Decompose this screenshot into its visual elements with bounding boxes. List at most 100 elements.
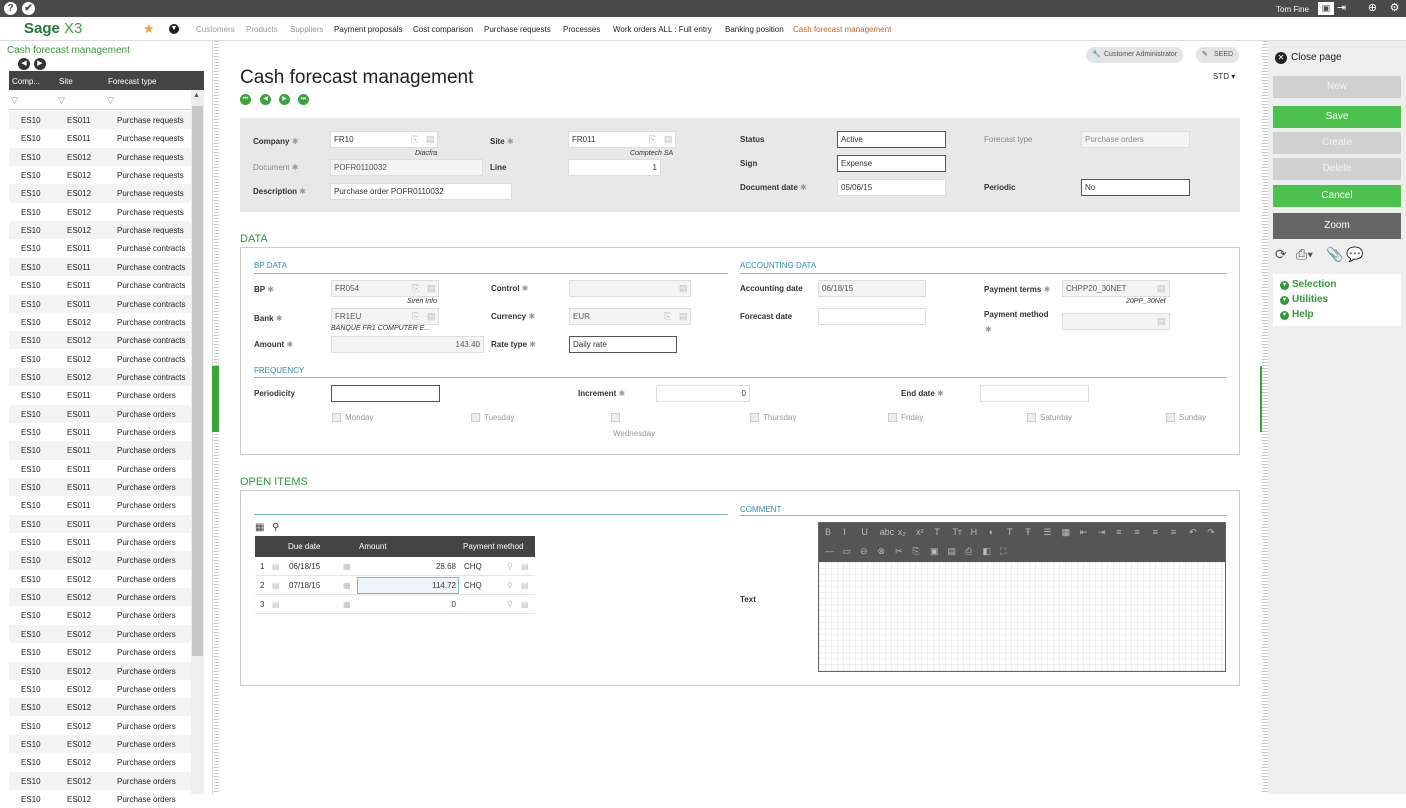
std-selector[interactable]: STD ▾ bbox=[1213, 72, 1235, 81]
search-icon[interactable]: ⚲ bbox=[272, 522, 279, 533]
detail-icon[interactable]: ▤ bbox=[427, 283, 437, 293]
thursday-checkbox[interactable] bbox=[750, 413, 759, 422]
subscript-icon[interactable]: x₂ bbox=[898, 527, 906, 537]
list-item[interactable]: ES10 ES011 Purchase orders bbox=[9, 496, 191, 514]
col-company[interactable]: Comp... bbox=[12, 77, 40, 86]
nav-link[interactable]: Purchase requests bbox=[484, 25, 551, 34]
hr-icon[interactable]: — bbox=[825, 546, 834, 556]
save-button[interactable]: Save bbox=[1273, 106, 1401, 128]
grid-cell-amount[interactable]: 114.72 bbox=[359, 581, 456, 590]
col-due-date[interactable]: Due date bbox=[288, 542, 320, 551]
list-item[interactable]: ES10 ES011 Purchase orders bbox=[9, 533, 191, 551]
lookup-icon[interactable]: ⎘ bbox=[411, 134, 421, 144]
periodic-field[interactable]: No bbox=[1081, 179, 1190, 196]
nav-link[interactable]: Banking position bbox=[725, 25, 784, 34]
list-item[interactable]: ES10 ES011 Purchase contracts bbox=[9, 239, 191, 257]
list-item[interactable]: ES10 ES012 Purchase requests bbox=[9, 203, 191, 221]
first-record-icon[interactable]: ⏮ bbox=[240, 94, 251, 105]
zoom-button[interactable]: Zoom bbox=[1273, 213, 1401, 239]
payment-terms-field[interactable]: CHPP20_30NET bbox=[1062, 280, 1170, 297]
list-item[interactable]: ES10 ES012 Purchase requests bbox=[9, 184, 191, 203]
end-date-field[interactable] bbox=[980, 385, 1089, 402]
nav-link[interactable]: Cash forecast management bbox=[793, 25, 891, 34]
outdent-icon[interactable]: ⇤ bbox=[1080, 527, 1088, 538]
filter-icon[interactable]: ▽ bbox=[11, 95, 18, 106]
lookup-icon[interactable]: ⎘ bbox=[412, 283, 422, 293]
status-field[interactable]: Active bbox=[837, 131, 946, 148]
font-size-icon[interactable]: Tт bbox=[952, 527, 962, 537]
calendar-icon[interactable]: ▦ bbox=[343, 562, 351, 571]
cut-icon[interactable]: ✂ bbox=[895, 546, 903, 557]
list-item[interactable]: ES10 ES011 Purchase orders bbox=[9, 460, 191, 478]
payment-method-field[interactable] bbox=[1062, 313, 1170, 330]
list-item[interactable]: ES10 ES012 Purchase contracts bbox=[9, 331, 191, 350]
unlink-icon[interactable]: ⊗ bbox=[878, 546, 886, 557]
list-icon[interactable]: ☰ bbox=[1043, 527, 1051, 538]
help-icon[interactable]: ? bbox=[4, 2, 17, 15]
list-item[interactable]: ES10 ES011 Purchase requests bbox=[9, 129, 191, 147]
table-row[interactable]: 1 06/18/15 28.68 CHQ ▤ ▦ ⚲ ▤ bbox=[255, 557, 535, 576]
bookmark-icon[interactable]: ✔ bbox=[22, 2, 35, 15]
search-icon[interactable]: ⚲ bbox=[507, 581, 513, 590]
image-icon[interactable]: ▭ bbox=[843, 546, 852, 557]
paste-icon[interactable]: ▣ bbox=[930, 546, 939, 557]
calendar-icon[interactable]: ▦ bbox=[343, 600, 351, 609]
list-item[interactable]: ES10 ES011 Purchase orders bbox=[9, 423, 191, 441]
forecast-type-field[interactable]: Purchase orders bbox=[1081, 131, 1190, 148]
nav-link[interactable]: Processes bbox=[563, 25, 600, 34]
rate-type-field[interactable]: Daily rate bbox=[569, 336, 677, 353]
create-button[interactable]: Create bbox=[1273, 132, 1401, 154]
list-item[interactable]: ES10 ES011 Purchase contracts bbox=[9, 294, 191, 313]
table-row[interactable]: 2 07/18/15 114.72 CHQ ▤ ▦ ⚲ ▤ bbox=[255, 576, 535, 595]
logout-icon[interactable]: ⇥ bbox=[1335, 2, 1348, 15]
grid-cell-due[interactable]: 07/18/15 bbox=[289, 581, 320, 590]
list-item[interactable]: ES10 ES012 Purchase requests bbox=[9, 166, 191, 184]
col-site[interactable]: Site bbox=[59, 77, 73, 86]
wednesday-checkbox[interactable] bbox=[611, 413, 620, 422]
next-arrow-icon[interactable]: ▶ bbox=[34, 58, 46, 70]
filter-icon[interactable]: ▽ bbox=[58, 95, 65, 106]
calendar-icon[interactable]: ▦ bbox=[343, 581, 351, 590]
list-item[interactable]: ES10 ES011 Purchase orders bbox=[9, 514, 191, 533]
row-detail-icon[interactable]: ▤ bbox=[272, 562, 280, 571]
nav-link[interactable]: Cost comparison bbox=[413, 25, 473, 34]
comment-icon[interactable]: 💬 bbox=[1346, 246, 1363, 263]
settings-icon[interactable]: ⚙ bbox=[1388, 2, 1401, 15]
superscript-icon[interactable]: x² bbox=[916, 527, 924, 537]
list-item[interactable]: ES10 ES012 Purchase contracts bbox=[9, 367, 191, 387]
align-right-icon[interactable]: ≡ bbox=[1153, 527, 1158, 537]
font-icon[interactable]: T bbox=[934, 527, 940, 537]
list-item[interactable]: ES10 ES012 Purchase orders bbox=[9, 717, 191, 735]
filter-icon[interactable]: ▽ bbox=[107, 95, 114, 106]
nav-link[interactable]: Payment proposals bbox=[334, 25, 402, 34]
row-detail-icon[interactable]: ▤ bbox=[272, 581, 280, 590]
align-center-icon[interactable]: ≡ bbox=[1134, 527, 1139, 537]
clear-format-icon[interactable]: Ŧ bbox=[1025, 527, 1031, 537]
italic-icon[interactable]: I bbox=[843, 527, 846, 537]
collapse-left-handle[interactable] bbox=[212, 366, 219, 432]
detail-icon[interactable]: ▤ bbox=[679, 311, 689, 321]
monday-checkbox[interactable] bbox=[332, 413, 341, 422]
document-date-field[interactable]: 05/06/15 bbox=[837, 179, 946, 196]
grid-cell-due[interactable]: 06/18/15 bbox=[289, 562, 320, 571]
list-item[interactable]: ES10 ES012 Purchase orders bbox=[9, 698, 191, 717]
next-record-icon[interactable]: ▶ bbox=[279, 94, 290, 105]
list-item[interactable]: ES10 ES012 Purchase orders bbox=[9, 551, 191, 570]
strikethrough-icon[interactable]: abc bbox=[880, 527, 895, 537]
print-icon[interactable]: ⎙ bbox=[965, 546, 972, 557]
grid-cell-amount[interactable]: 28.68 bbox=[359, 562, 456, 571]
utilities-menu-item[interactable]: ▾ Utilities bbox=[1280, 294, 1328, 305]
bold-icon[interactable]: B bbox=[825, 527, 831, 537]
list-item[interactable]: ES10 ES012 Purchase orders bbox=[9, 734, 191, 754]
forecast-date-field[interactable] bbox=[818, 308, 926, 325]
list-item[interactable]: ES10 ES011 Purchase requests bbox=[9, 111, 191, 130]
list-item[interactable]: ES10 ES012 Purchase orders bbox=[9, 624, 191, 644]
scroll-up-icon[interactable]: ▲ bbox=[193, 92, 200, 99]
list-item[interactable]: ES10 ES012 Purchase orders bbox=[9, 570, 191, 588]
nav-link[interactable]: Customers bbox=[196, 25, 235, 34]
align-left-icon[interactable]: ≡ bbox=[1116, 527, 1121, 537]
paste-text-icon[interactable]: ▤ bbox=[948, 546, 957, 557]
table-row[interactable]: 3 0 ▤ ▦ ⚲ ▤ bbox=[255, 595, 535, 614]
chevron-down-icon[interactable]: ▼ bbox=[169, 24, 179, 34]
tuesday-checkbox[interactable] bbox=[471, 413, 480, 422]
